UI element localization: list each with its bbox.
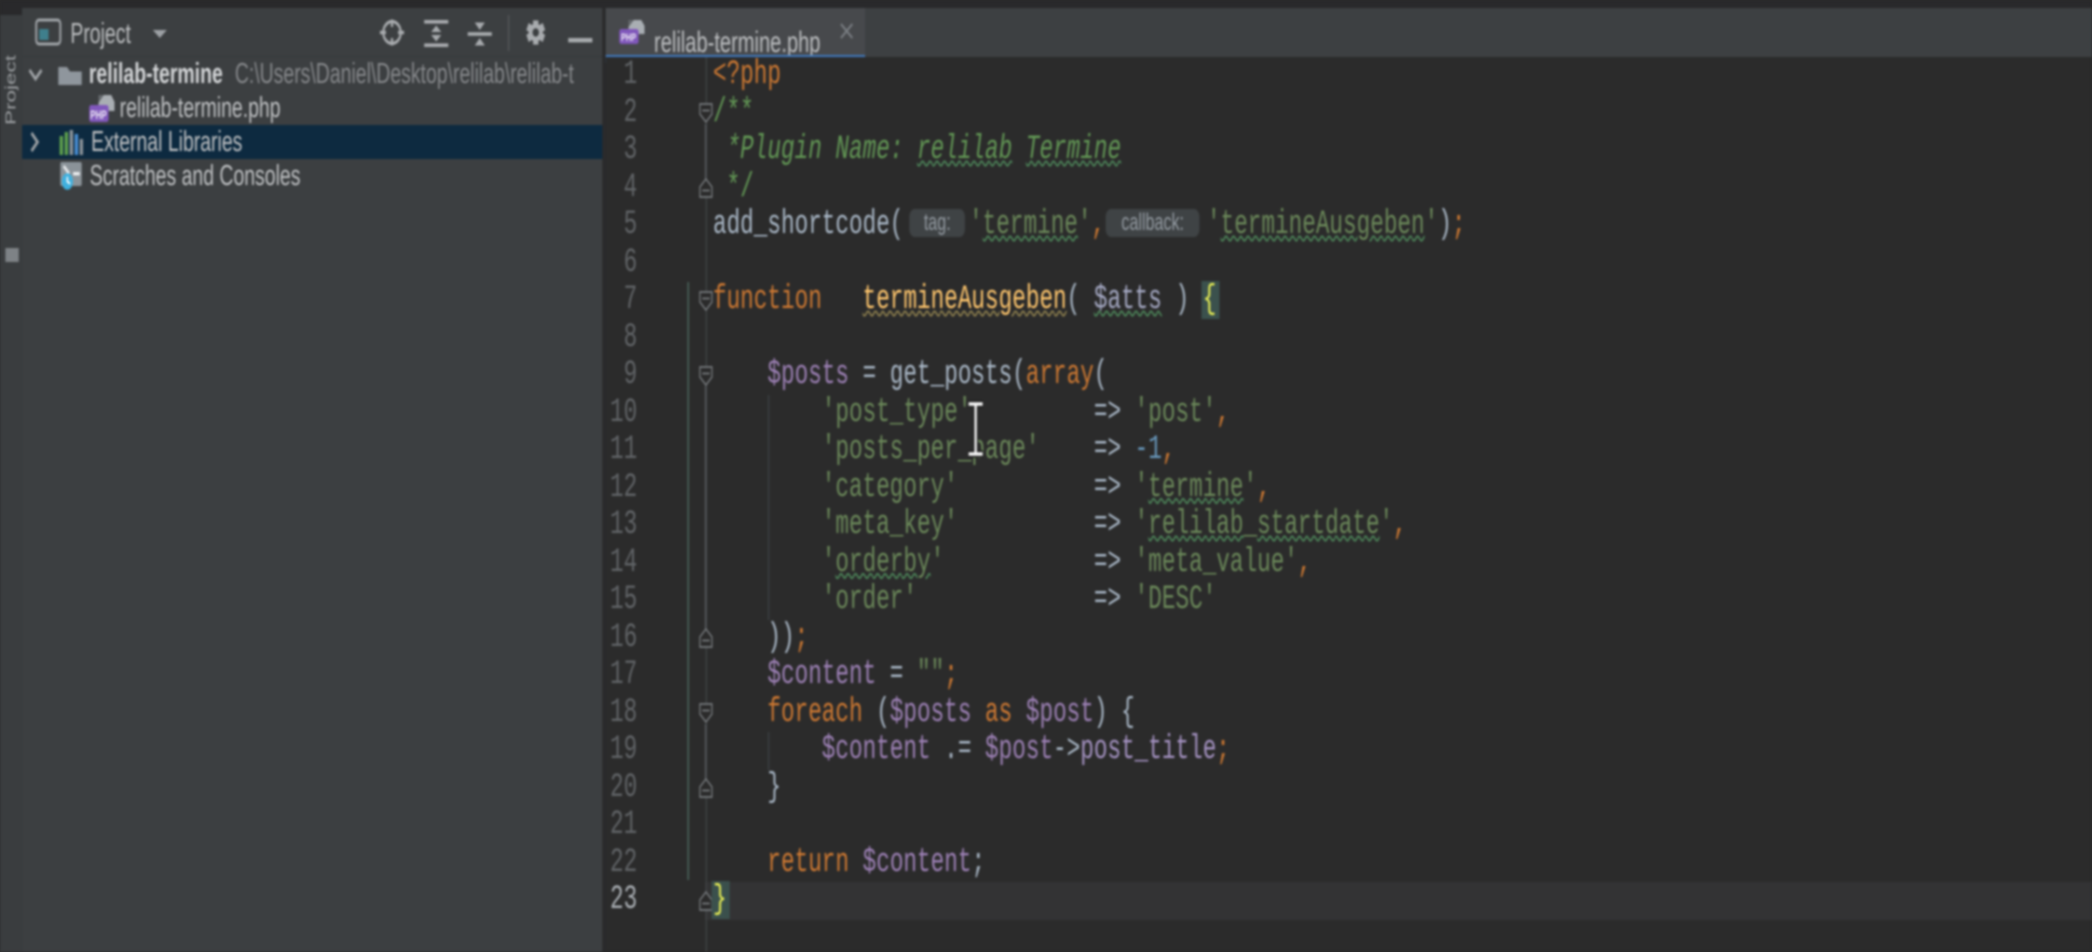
svg-text:PHP: PHP (621, 32, 636, 44)
svg-text:PHP: PHP (90, 110, 107, 122)
